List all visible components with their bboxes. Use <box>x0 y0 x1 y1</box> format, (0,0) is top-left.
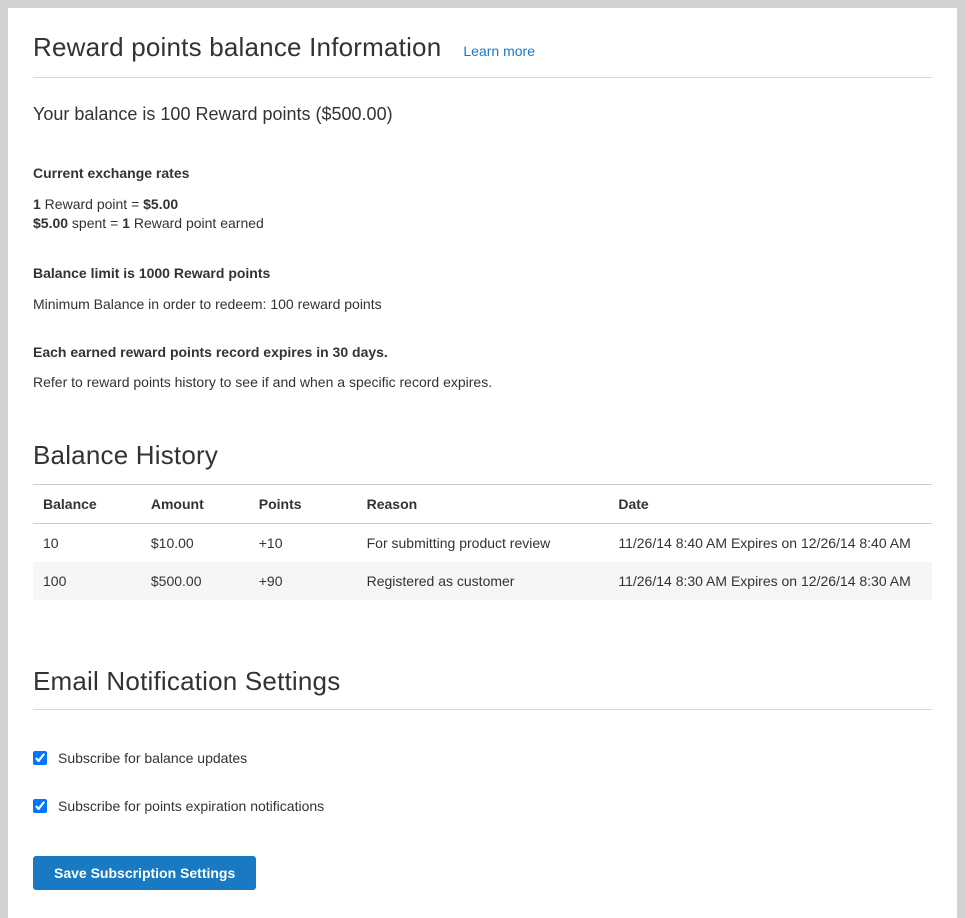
cell-reason: For submitting product review <box>357 524 609 563</box>
balance-history-table: Balance Amount Points Reason Date 10 $10… <box>33 484 932 600</box>
page-title: Reward points balance Information <box>33 32 441 63</box>
column-header-date: Date <box>608 485 932 524</box>
page-header: Reward points balance Information Learn … <box>33 26 932 78</box>
cell-reason: Registered as customer <box>357 562 609 600</box>
cell-balance: 10 <box>33 524 141 563</box>
minimum-balance-text: Minimum Balance in order to redeem: 100 … <box>33 296 932 312</box>
cell-points: +90 <box>249 562 357 600</box>
table-row: 10 $10.00 +10 For submitting product rev… <box>33 524 932 563</box>
expiration-section: Each earned reward points record expires… <box>33 344 932 390</box>
subscribe-expiration-row: Subscribe for points expiration notifica… <box>33 798 932 814</box>
cell-balance: 100 <box>33 562 141 600</box>
exchange-rates-lines: 1 Reward point = $5.00 $5.00 spent = 1 R… <box>33 195 932 233</box>
rate-text: Reward point = <box>41 196 143 212</box>
earn-text: Reward point earned <box>130 215 264 231</box>
column-header-amount: Amount <box>141 485 249 524</box>
rate-currency-value: $5.00 <box>143 196 178 212</box>
exchange-rate-line-2: $5.00 spent = 1 Reward point earned <box>33 214 932 233</box>
exchange-rate-line-1: 1 Reward point = $5.00 <box>33 195 932 214</box>
exchange-rates-section: Current exchange rates 1 Reward point = … <box>33 165 932 233</box>
learn-more-link[interactable]: Learn more <box>463 43 535 59</box>
save-subscription-settings-button[interactable]: Save Subscription Settings <box>33 856 256 890</box>
cell-points: +10 <box>249 524 357 563</box>
subscribe-balance-updates-row: Subscribe for balance updates <box>33 750 932 766</box>
column-header-reason: Reason <box>357 485 609 524</box>
rate-points-value: 1 <box>33 196 41 212</box>
balance-limit-heading: Balance limit is 1000 Reward points <box>33 265 932 281</box>
spend-currency-value: $5.00 <box>33 215 68 231</box>
cell-date: 11/26/14 8:40 AM Expires on 12/26/14 8:4… <box>608 524 932 563</box>
cell-amount: $10.00 <box>141 524 249 563</box>
email-notification-header: Email Notification Settings <box>33 666 932 710</box>
email-notification-heading: Email Notification Settings <box>33 666 932 697</box>
subscribe-expiration-checkbox[interactable] <box>33 799 47 813</box>
balance-history-section: Balance History Balance Amount Points Re… <box>33 440 932 600</box>
table-header-row: Balance Amount Points Reason Date <box>33 485 932 524</box>
email-notification-section: Email Notification Settings Subscribe fo… <box>33 666 932 890</box>
exchange-rates-heading: Current exchange rates <box>33 165 932 181</box>
balance-history-heading: Balance History <box>33 440 932 471</box>
expiration-heading: Each earned reward points record expires… <box>33 344 932 360</box>
cell-date: 11/26/14 8:30 AM Expires on 12/26/14 8:3… <box>608 562 932 600</box>
earn-points-value: 1 <box>122 215 130 231</box>
subscribe-expiration-label[interactable]: Subscribe for points expiration notifica… <box>58 798 324 814</box>
subscribe-balance-updates-label[interactable]: Subscribe for balance updates <box>58 750 247 766</box>
balance-limit-section: Balance limit is 1000 Reward points Mini… <box>33 265 932 312</box>
subscribe-balance-updates-checkbox[interactable] <box>33 751 47 765</box>
reward-points-card: Reward points balance Information Learn … <box>8 8 957 918</box>
balance-summary: Your balance is 100 Reward points ($500.… <box>33 104 932 125</box>
cell-amount: $500.00 <box>141 562 249 600</box>
expiration-note: Refer to reward points history to see if… <box>33 374 932 390</box>
column-header-points: Points <box>249 485 357 524</box>
spend-text: spent = <box>68 215 122 231</box>
column-header-balance: Balance <box>33 485 141 524</box>
table-row: 100 $500.00 +90 Registered as customer 1… <box>33 562 932 600</box>
